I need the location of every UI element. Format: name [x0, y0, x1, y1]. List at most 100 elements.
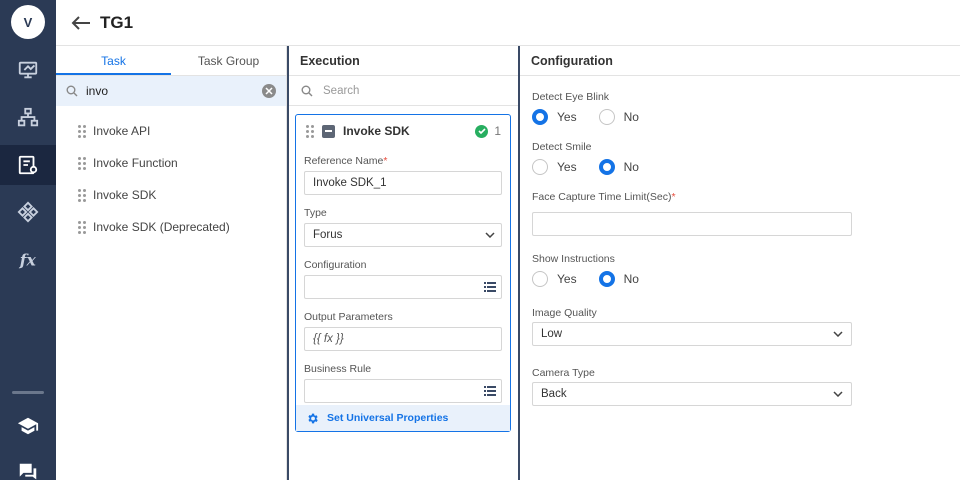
radio-label: No	[623, 272, 639, 286]
configuration-panel: Configuration Detect Eye Blink Yes No De…	[520, 46, 960, 480]
camera-type-select[interactable]: Back	[532, 382, 852, 406]
configuration-form: Detect Eye Blink Yes No Detect Smile Yes…	[520, 90, 960, 406]
task-label: Invoke SDK	[93, 188, 157, 202]
set-universal-properties-label: Set Universal Properties	[327, 412, 449, 424]
task-search-value: invo	[86, 84, 109, 98]
configuration-title: Configuration	[520, 46, 960, 76]
show-instructions-label: Show Instructions	[532, 253, 615, 265]
execution-search-input[interactable]	[323, 84, 483, 97]
tab-task[interactable]: Task	[56, 46, 171, 75]
fx-expression: {{ fx }}	[313, 333, 344, 345]
detect-smile-yes-radio[interactable]: Yes	[532, 159, 577, 175]
reference-name-input[interactable]: Invoke SDK_1	[304, 171, 502, 195]
nav-chat-icon[interactable]	[0, 452, 56, 480]
show-instructions-radios: Yes No	[532, 268, 948, 290]
task-card[interactable]: Invoke SDK 1 Reference Name* Invoke SDK_…	[295, 114, 511, 432]
page-title: TG1	[100, 12, 134, 32]
show-instructions-no-radio[interactable]: No	[598, 271, 639, 287]
configuration-label: Configuration	[304, 259, 367, 271]
nav-learning-icon[interactable]	[0, 406, 56, 446]
detect-smile-label: Detect Smile	[532, 141, 592, 153]
type-select[interactable]: Forus	[304, 223, 502, 247]
list-item[interactable]: Invoke API	[56, 115, 286, 147]
list-item[interactable]: Invoke Function	[56, 147, 286, 179]
search-icon	[66, 85, 78, 97]
search-icon	[301, 85, 313, 96]
detect-eye-blink-yes-radio[interactable]: Yes	[532, 109, 577, 125]
execution-search	[289, 76, 518, 106]
clear-search-icon[interactable]	[262, 84, 276, 98]
list-icon[interactable]	[479, 380, 501, 402]
detect-smile-radios: Yes No	[532, 156, 948, 178]
camera-type-label: Camera Type	[532, 367, 595, 379]
collapse-icon[interactable]	[322, 124, 335, 138]
show-instructions-group: Show Instructions Yes No	[532, 252, 948, 290]
image-quality-label: Image Quality	[532, 307, 597, 319]
output-parameters-input[interactable]: {{ fx }}	[304, 327, 502, 351]
face-capture-group: Face Capture Time Limit(Sec)*	[532, 190, 948, 236]
user-avatar[interactable]: V	[11, 5, 45, 39]
task-label: Invoke SDK (Deprecated)	[93, 220, 230, 234]
gear-icon	[308, 413, 318, 423]
drag-handle-icon[interactable]	[78, 124, 86, 138]
camera-type-group: Camera Type Back	[532, 366, 948, 406]
type-select-value: Forus	[313, 229, 343, 241]
left-nav-rail: V fx	[0, 0, 56, 480]
image-quality-value: Low	[541, 328, 563, 340]
face-capture-label-text: Face Capture Time Limit(Sec)	[532, 191, 672, 203]
drag-handle-icon[interactable]	[306, 124, 314, 138]
task-tabs: Task Task Group	[56, 46, 286, 76]
type-field: Type Forus	[296, 205, 510, 247]
back-arrow-icon[interactable]	[70, 12, 92, 34]
detect-smile-group: Detect Smile Yes No	[532, 140, 948, 178]
svg-text:fx: fx	[19, 251, 37, 270]
task-list: Invoke API Invoke Function Invoke SDK In…	[56, 106, 286, 243]
drag-handle-icon[interactable]	[78, 188, 86, 202]
configuration-field: Configuration	[296, 257, 510, 299]
task-label: Invoke Function	[93, 156, 178, 170]
business-rule-input[interactable]	[304, 379, 502, 403]
camera-type-value: Back	[541, 388, 567, 400]
image-quality-select[interactable]: Low	[532, 322, 852, 346]
task-card-title: Invoke SDK	[343, 124, 410, 138]
face-capture-label: Face Capture Time Limit(Sec)*	[532, 190, 948, 204]
configuration-input[interactable]	[304, 275, 502, 299]
chevron-down-icon	[485, 232, 495, 238]
task-card-count: 1	[494, 124, 501, 138]
radio-label: No	[623, 160, 639, 174]
chevron-down-icon	[833, 391, 843, 397]
nav-integration-icon[interactable]	[0, 192, 56, 232]
tab-task-group[interactable]: Task Group	[171, 46, 286, 75]
page-header: TG1	[56, 0, 960, 46]
output-parameters-field: Output Parameters {{ fx }}	[296, 309, 510, 351]
list-icon[interactable]	[479, 276, 501, 298]
detect-eye-blink-group: Detect Eye Blink Yes No	[532, 90, 948, 128]
radio-label: Yes	[557, 110, 577, 124]
show-instructions-yes-radio[interactable]: Yes	[532, 271, 577, 287]
detect-eye-blink-label: Detect Eye Blink	[532, 91, 610, 103]
nav-task-settings-icon[interactable]	[0, 145, 56, 185]
list-item[interactable]: Invoke SDK (Deprecated)	[56, 211, 286, 243]
nav-monitor-icon[interactable]	[0, 50, 56, 90]
output-parameters-label: Output Parameters	[304, 311, 393, 323]
drag-handle-icon[interactable]	[78, 220, 86, 234]
set-universal-properties-button[interactable]: Set Universal Properties	[296, 405, 510, 431]
radio-label: Yes	[557, 272, 577, 286]
nav-workflow-icon[interactable]	[0, 98, 56, 138]
reference-name-field: Reference Name* Invoke SDK_1	[296, 153, 510, 195]
detect-smile-no-radio[interactable]: No	[598, 159, 639, 175]
business-rule-field: Business Rule	[296, 361, 510, 403]
detect-eye-blink-no-radio[interactable]: No	[598, 109, 639, 125]
detect-eye-blink-radios: Yes No	[532, 106, 948, 128]
execution-title: Execution	[289, 46, 518, 76]
radio-label: No	[623, 110, 639, 124]
drag-handle-icon[interactable]	[78, 156, 86, 170]
list-item[interactable]: Invoke SDK	[56, 179, 286, 211]
required-asterisk: *	[383, 155, 388, 167]
chevron-down-icon	[833, 331, 843, 337]
radio-label: Yes	[557, 160, 577, 174]
reference-name-label-text: Reference Name	[304, 155, 384, 167]
face-capture-time-input[interactable]	[532, 212, 852, 236]
task-search-input[interactable]: invo	[56, 76, 286, 106]
nav-function-icon[interactable]: fx	[0, 240, 56, 280]
